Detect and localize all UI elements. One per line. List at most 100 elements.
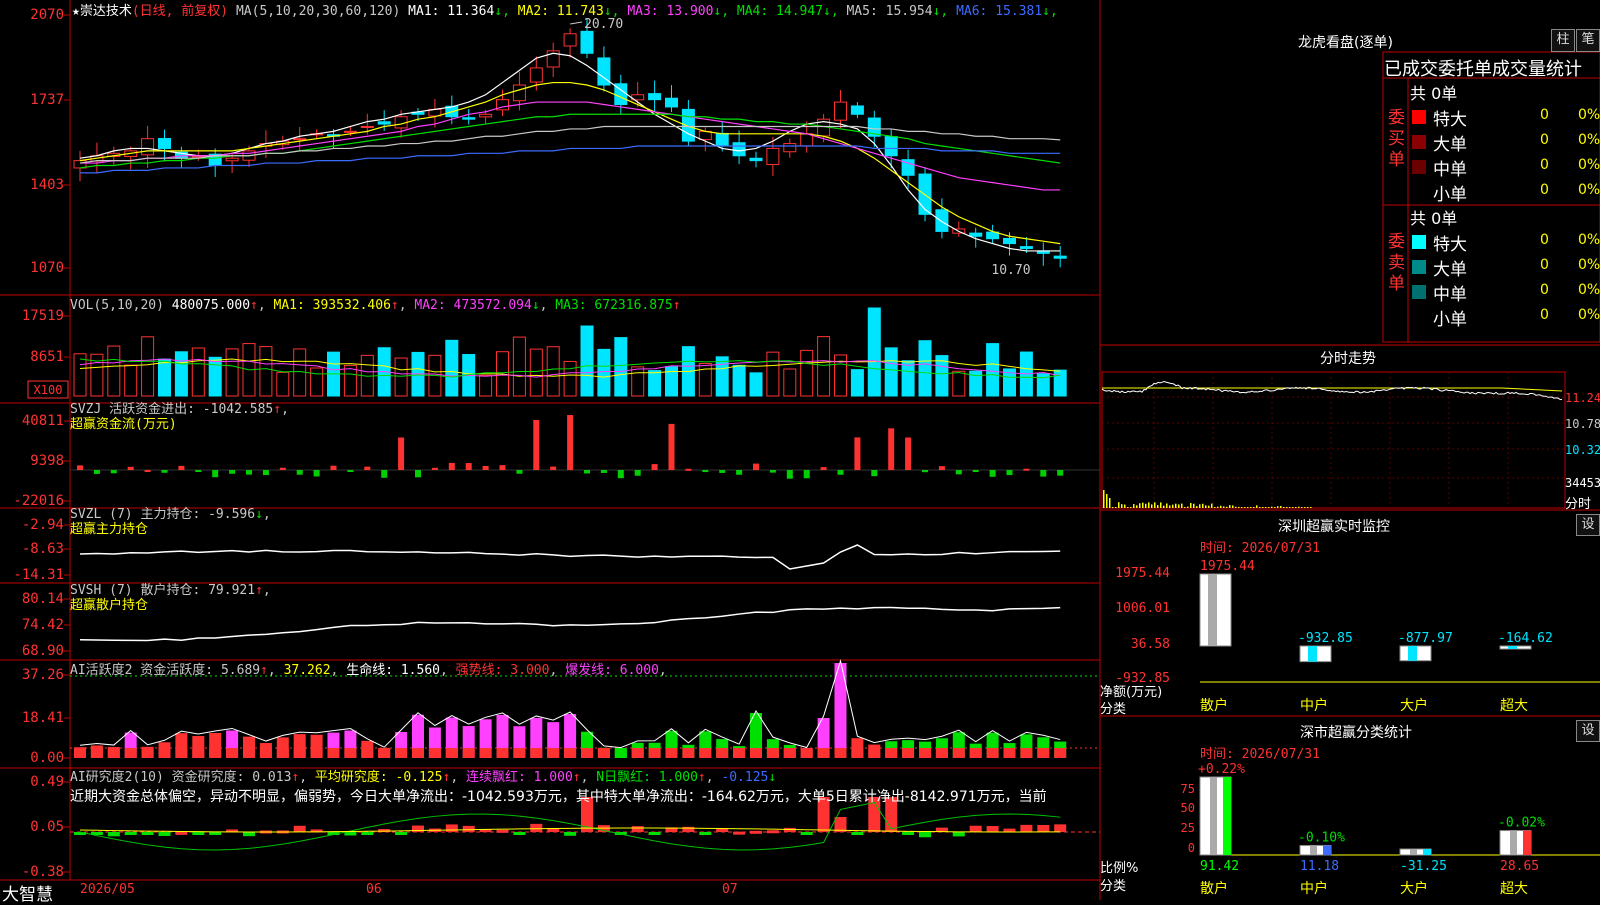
volume-bar — [648, 370, 662, 397]
intraday-vol-bar — [1214, 507, 1216, 508]
high-leader — [570, 21, 583, 25]
sz-class-settings-button[interactable]: 设 — [1576, 720, 1600, 742]
svzj-bar — [161, 470, 168, 473]
x-label-july: 07 — [722, 882, 738, 897]
sz-monitor-cat: 大户 — [1400, 697, 1428, 714]
ai-active-base — [445, 748, 458, 758]
intraday-vol-bar — [1136, 505, 1138, 508]
intraday-vol-bar — [1253, 507, 1255, 508]
ai-active-base — [530, 748, 543, 758]
y-tick-label: 0.49 — [30, 774, 64, 790]
ma-line-MA3 — [80, 101, 1061, 191]
svzl-title: SVZL (7) 主力持仓: -9.596 — [70, 507, 256, 522]
ai-active-base — [378, 748, 391, 758]
y-tick-label: 74.42 — [22, 617, 64, 633]
y-tick-label: 0.05 — [30, 819, 64, 835]
intraday-vol-bar — [1109, 498, 1111, 508]
ma-legend-item[interactable]: MA4: 14.947 — [737, 4, 823, 19]
volume-bar — [208, 356, 222, 397]
svzj-bar — [1006, 470, 1013, 476]
intraday-vol-bar — [1238, 506, 1240, 508]
intraday-vol-bar — [1304, 507, 1306, 508]
ma-legend-item[interactable]: MA3: 13.900 — [627, 4, 713, 19]
intraday-vol-bar — [1229, 505, 1231, 508]
ai-research-bar — [395, 832, 408, 835]
ma-legend-item[interactable]: MA5: 15.954 — [846, 4, 932, 19]
sz-monitor-y-tick: 1975.44 — [1115, 566, 1170, 581]
dragon-row-count: 0 — [1540, 282, 1549, 298]
dragon-swatch — [1412, 185, 1426, 199]
svzj-bar — [465, 463, 472, 470]
sz-class-y-tick: 25 — [1181, 821, 1195, 835]
svzj-bar — [634, 470, 641, 476]
ai-research-bar — [175, 831, 188, 835]
svzj-bar — [262, 470, 269, 476]
svzj-header: SVZJ 活跃资金进出: -1042.585↑, 超赢资金流(万元) — [70, 402, 289, 432]
volume-bar — [614, 337, 628, 397]
intraday-vol-label: 34453 — [1565, 476, 1600, 490]
ma-legend-item[interactable]: MA6: 15.381 — [956, 4, 1042, 19]
ai-active-base — [766, 748, 779, 758]
svzj-bar — [905, 437, 912, 470]
ai-active-base — [969, 748, 982, 758]
ai-research-bar — [733, 831, 746, 835]
sz-monitor-y-tick: 36.58 — [1131, 637, 1170, 652]
ma-legend-item[interactable]: MA2: 11.743 — [518, 4, 604, 19]
candle — [1053, 255, 1067, 259]
intraday-vol-bar — [1157, 505, 1159, 508]
intraday-vol-bar — [1307, 507, 1309, 508]
ai-research-last: -0.125 — [721, 770, 769, 785]
candle — [462, 117, 476, 120]
intraday-vol-bar — [1286, 507, 1288, 508]
intraday-vol-bar — [1172, 504, 1174, 508]
ai-active-bar — [834, 663, 847, 758]
sz-monitor-cat: 散户 — [1200, 697, 1228, 714]
candle — [850, 105, 864, 115]
ai-research-bar — [952, 832, 965, 837]
ai-research-bar — [919, 832, 931, 838]
dragon-swatch — [1412, 235, 1426, 249]
sz-monitor-bar — [1399, 645, 1432, 662]
sz-class-bar — [1499, 830, 1532, 856]
intraday-vol-bar — [1292, 507, 1294, 508]
intraday-vol-bar — [1124, 504, 1126, 508]
svzj-bar — [1057, 470, 1064, 476]
dragon-tabs[interactable]: 已成交委托单成交量统计 — [1384, 55, 1582, 81]
svzj-bar — [415, 470, 421, 478]
ai-research-bar — [1037, 824, 1050, 832]
intraday-vol-bar — [1196, 506, 1198, 508]
dragon-row-label: 中单 — [1433, 160, 1467, 180]
sz-class-bar — [1199, 776, 1232, 856]
intraday-vol-bar — [1151, 504, 1153, 508]
tick-mode-button[interactable]: 笔 — [1576, 29, 1600, 52]
volume-bar — [529, 348, 543, 397]
dragon-row-count: 0 — [1540, 307, 1549, 323]
ai-research-line — [79, 801, 1061, 851]
ai-research-cont: 连续飘红: 1.000 — [466, 770, 573, 785]
intraday-vol-bar — [1118, 502, 1120, 508]
svsh-sub: 超赢散户持仓 — [70, 598, 149, 613]
ai-active-base — [327, 748, 340, 758]
ai-active-base — [902, 748, 915, 758]
ai-active-base — [631, 748, 644, 758]
chart-mode[interactable]: (日线, 前复权) — [132, 4, 228, 19]
sz-monitor-settings-button[interactable]: 设 — [1576, 514, 1600, 536]
ai-active-base — [107, 748, 120, 758]
candle — [343, 130, 357, 133]
ma-legend-item[interactable]: MA1: 11.364 — [408, 4, 494, 19]
svzj-bar — [837, 470, 844, 475]
y-tick-label: 37.26 — [22, 667, 64, 683]
svzj-bar — [651, 464, 658, 470]
ma-legend: MA1: 11.364↓, MA2: 11.743↓, MA3: 13.900↓… — [408, 4, 1058, 19]
ai-research-nday: N日飘红: 1.000 — [596, 770, 698, 785]
vol-value: 480075.000 — [171, 298, 251, 313]
intraday-vol-bar — [1298, 506, 1300, 508]
sz-class-bar — [1299, 844, 1332, 856]
candle — [293, 138, 307, 141]
intraday-vol-bar — [1241, 507, 1243, 508]
sz-class-top-label: -0.02% — [1498, 816, 1545, 831]
bar-mode-button[interactable]: 柱 — [1551, 29, 1575, 52]
sz-class-time: 时间: 2026/07/31 — [1200, 747, 1320, 762]
stock-title[interactable]: ★崇达技术 — [72, 4, 132, 19]
dragon-row-label: 大单 — [1433, 260, 1467, 280]
